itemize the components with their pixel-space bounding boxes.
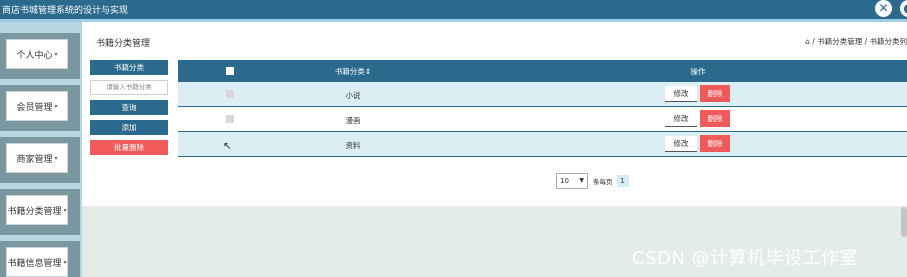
filter-panel-header: 书籍分类 xyxy=(90,60,168,75)
sidebar-item-personal-center[interactable]: 个人中心 ▾ xyxy=(0,33,80,79)
category-name: 小说 xyxy=(345,91,361,100)
user-icon[interactable]: ● xyxy=(900,0,907,17)
row-checkbox[interactable] xyxy=(226,115,234,123)
sidebar-item-label: 书籍信息管理 xyxy=(7,258,62,269)
sidebar-item-label: 商家管理 xyxy=(16,154,53,165)
delete-button[interactable]: 删除 xyxy=(700,85,730,102)
table-row: 小说 修改 删除 xyxy=(178,82,907,107)
scrollbar[interactable] xyxy=(901,207,907,237)
delete-button[interactable]: 删除 xyxy=(700,110,730,127)
chevron-down-icon: ▾ xyxy=(54,50,58,58)
category-name: 漫画 xyxy=(345,116,361,125)
app-title: 商店书城管理系统的设计与实现 xyxy=(2,6,129,16)
sidebar-item-book-category-management[interactable]: 书籍分类管理 ▾ xyxy=(0,189,80,235)
pagination: 10 ▼ 条每页 1 xyxy=(556,173,629,189)
column-header-operation: 操作 xyxy=(690,67,706,76)
sidebar-item-merchant-management[interactable]: 商家管理 ▾ xyxy=(0,137,80,183)
edit-button[interactable]: 修改 xyxy=(665,86,697,102)
search-input[interactable]: 请输入书籍分类 xyxy=(90,80,168,95)
sidebar-item-member-management[interactable]: 会员管理 ▾ xyxy=(0,85,80,131)
breadcrumb-path: / 书籍分类管理 / 书籍分类列 xyxy=(812,37,907,46)
table-header: 书籍分类⇕ 操作 xyxy=(178,60,907,82)
filter-panel: 书籍分类 请输入书籍分类 查询 添加 批量删除 xyxy=(90,60,168,155)
main-content: 书籍分类管理 ⌂ / 书籍分类管理 / 书籍分类列 书籍分类 请输入书籍分类 查… xyxy=(82,22,907,206)
page-size-select[interactable]: 10 ▼ xyxy=(556,173,588,189)
select-all-checkbox[interactable] xyxy=(226,67,234,75)
delete-button[interactable]: 删除 xyxy=(700,135,730,152)
chevron-down-icon: ▾ xyxy=(63,206,67,214)
page-number-button[interactable]: 1 xyxy=(616,175,629,187)
sidebar-item-book-info-management[interactable]: 书籍信息管理 ▾ xyxy=(0,241,80,277)
row-checkbox[interactable] xyxy=(226,90,234,98)
category-name: 资料 xyxy=(345,141,361,150)
chevron-down-icon: ▾ xyxy=(54,154,58,162)
top-bar: 商店书城管理系统的设计与实现 ✕ ● xyxy=(0,0,907,19)
chevron-down-icon: ▼ xyxy=(579,177,584,184)
add-button[interactable]: 添加 xyxy=(90,120,168,135)
sidebar-item-label: 书籍分类管理 xyxy=(7,206,62,217)
query-button[interactable]: 查询 xyxy=(90,100,168,115)
expand-icon[interactable]: ✕ xyxy=(875,0,892,17)
per-page-label: 条每页 xyxy=(593,178,613,186)
sidebar-item-label: 个人中心 xyxy=(16,50,53,61)
watermark: CSDN @计算机毕设工作室 xyxy=(632,248,859,269)
page-title: 书籍分类管理 xyxy=(96,39,151,49)
chevron-down-icon: ▾ xyxy=(63,258,67,266)
breadcrumb: ⌂ / 书籍分类管理 / 书籍分类列 xyxy=(805,36,907,47)
home-icon[interactable]: ⌂ xyxy=(805,37,810,46)
table-row: 漫画 修改 删除 xyxy=(178,107,907,132)
column-header-category[interactable]: 书籍分类⇕ xyxy=(303,66,403,77)
edit-button[interactable]: 修改 xyxy=(665,111,697,127)
edit-button[interactable]: 修改 xyxy=(665,136,697,152)
chevron-down-icon: ▾ xyxy=(54,102,58,110)
sidebar-item-label: 会员管理 xyxy=(16,102,53,113)
sidebar: 个人中心 ▾ 会员管理 ▾ 商家管理 ▾ 书籍分类管理 ▾ 书籍信息管理 ▾ xyxy=(0,22,82,277)
category-table: 书籍分类⇕ 操作 小说 修改 删除 漫画 修改 删除 资料 修改 删除 xyxy=(178,60,907,157)
table-row: 资料 修改 删除 xyxy=(178,132,907,157)
mouse-cursor-icon: ↖ xyxy=(223,141,232,152)
batch-delete-button[interactable]: 批量删除 xyxy=(90,140,168,155)
